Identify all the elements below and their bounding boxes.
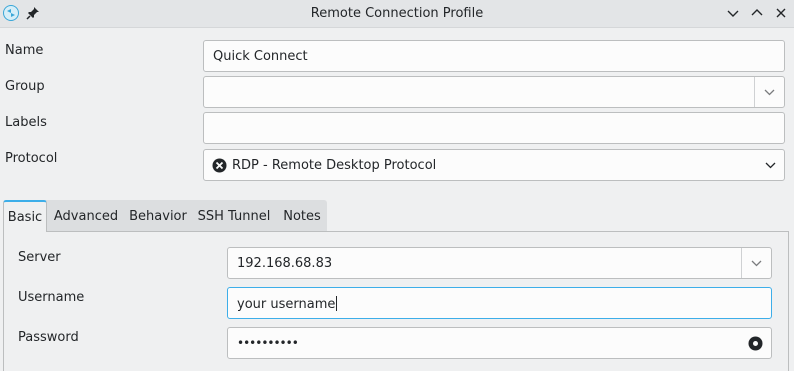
protocol-select[interactable]: RDP - Remote Desktop Protocol (203, 149, 785, 181)
group-label: Group (5, 79, 45, 94)
tab-basic[interactable]: Basic (3, 200, 47, 232)
name-field[interactable]: Quick Connect (203, 40, 785, 72)
tab-ssh-tunnel[interactable]: SSH Tunnel (194, 200, 274, 232)
window-title: Remote Connection Profile (310, 6, 484, 21)
labels-label: Labels (5, 115, 47, 130)
server-combo[interactable]: 192.168.68.83 (227, 247, 772, 279)
group-dropdown-button[interactable] (754, 77, 784, 107)
tab-notes[interactable]: Notes (277, 200, 327, 232)
protocol-label: Protocol (5, 151, 58, 166)
password-field[interactable]: •••••••••• (227, 327, 772, 359)
username-text-wrap: your username (237, 296, 338, 312)
name-value: Quick Connect (213, 49, 308, 64)
labels-field[interactable] (203, 112, 785, 144)
minimize-button[interactable] (726, 6, 740, 20)
username-value: your username (237, 297, 336, 312)
chevron-down-icon (764, 89, 775, 96)
name-label: Name (5, 43, 44, 58)
server-value: 192.168.68.83 (237, 256, 333, 271)
username-field[interactable]: your username (227, 287, 772, 319)
password-value: •••••••••• (237, 336, 299, 350)
password-label: Password (18, 330, 79, 345)
chevron-down-icon (765, 162, 776, 169)
tab-behavior[interactable]: Behavior (125, 200, 191, 232)
text-cursor (336, 296, 338, 311)
title-bar: Remote Connection Profile (0, 0, 794, 28)
maximize-button[interactable] (750, 6, 764, 20)
group-combo[interactable] (203, 76, 785, 108)
protocol-value: RDP - Remote Desktop Protocol (232, 158, 437, 173)
close-button[interactable] (774, 6, 788, 20)
username-label: Username (18, 290, 85, 305)
chevron-down-icon (751, 260, 762, 267)
rdp-icon (212, 158, 227, 173)
tab-advanced[interactable]: Advanced (50, 200, 122, 232)
server-label: Server (18, 250, 61, 265)
reveal-password-icon[interactable] (748, 336, 763, 351)
server-dropdown-button[interactable] (741, 248, 771, 278)
